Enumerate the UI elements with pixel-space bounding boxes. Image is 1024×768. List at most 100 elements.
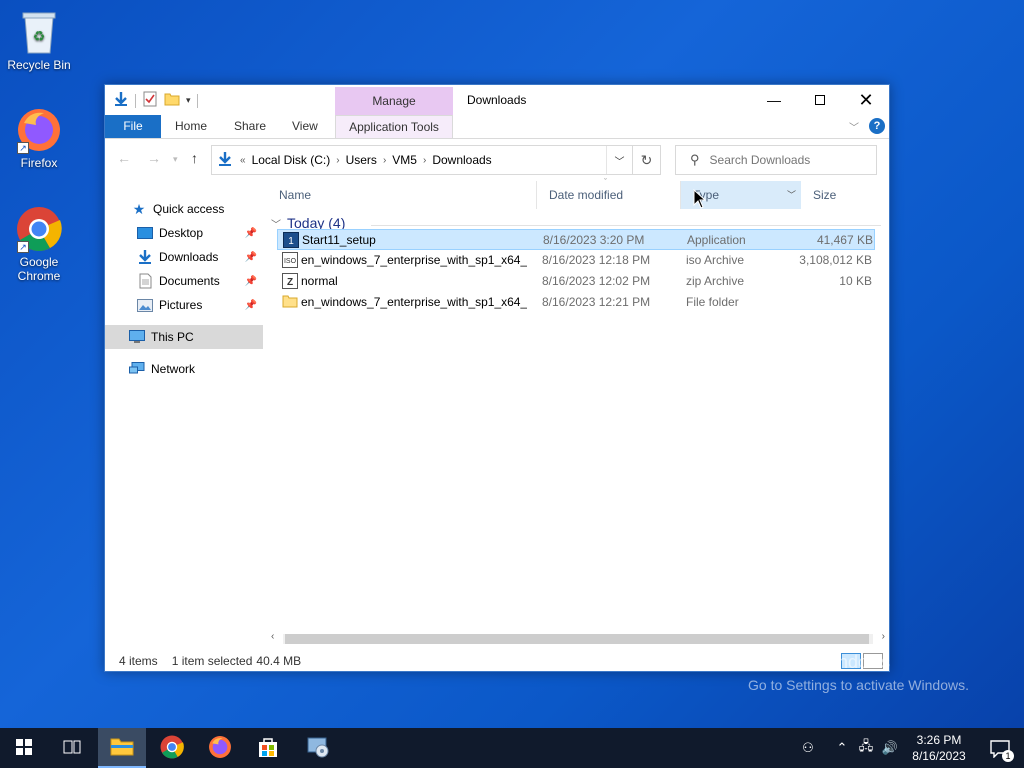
address-bar[interactable]: « Local Disk (C:) › Users › VM5 › Downlo… [211, 145, 633, 175]
folder-icon [282, 294, 298, 310]
pin-icon[interactable]: 📌 [245, 252, 257, 263]
chevron-right-icon[interactable]: › [383, 155, 386, 166]
search-input[interactable] [709, 153, 870, 167]
taskbar-setup-app[interactable] [294, 728, 342, 768]
title-bar: ▾ Manage Downloads — ✕ [105, 85, 889, 117]
breadcrumb-vm5[interactable]: VM5 [392, 153, 417, 167]
forward-arrow-icon[interactable]: → [147, 150, 161, 166]
pin-icon[interactable]: 📌 [245, 276, 257, 287]
pin-icon[interactable]: 📌 [245, 228, 257, 239]
nav-this-pc[interactable]: This PC [105, 325, 263, 349]
taskbar-store[interactable] [244, 728, 292, 768]
tab-file[interactable]: File [105, 115, 161, 138]
toolbar-divider [135, 93, 136, 108]
new-folder-icon[interactable] [164, 92, 180, 109]
scroll-right-icon[interactable]: › [882, 631, 885, 642]
customize-toolbar-chevron-icon[interactable]: ▾ [186, 95, 191, 106]
manage-context-tab[interactable]: Manage [335, 87, 453, 115]
minimize-icon: — [767, 92, 781, 108]
breadcrumb-users[interactable]: Users [346, 153, 377, 167]
column-header-date-modified[interactable]: Date modified [537, 181, 681, 209]
network-status-icon[interactable]: 🖧 [854, 737, 878, 759]
properties-icon[interactable] [142, 91, 158, 110]
search-box[interactable]: ⚲ [675, 145, 877, 175]
tab-view[interactable]: View [282, 115, 328, 138]
column-header-name[interactable]: Name [267, 181, 537, 209]
nav-pictures[interactable]: Pictures 📌 [105, 293, 263, 317]
overflow-chevron[interactable]: « [240, 155, 246, 166]
file-row-iso[interactable]: ISO en_windows_7_enterprise_with_sp1_x64… [277, 250, 875, 271]
action-center-button[interactable]: 1 [976, 728, 1024, 768]
file-size: 3,108,012 KB [799, 253, 872, 267]
file-date: 8/16/2023 12:18 PM [542, 253, 651, 267]
file-row-normal[interactable]: Z normal 8/16/2023 12:02 PM zip Archive … [277, 271, 875, 292]
file-row-start11-setup[interactable]: 1 Start11_setup 8/16/2023 3:20 PM Applic… [277, 229, 875, 250]
tab-application-tools[interactable]: Application Tools [335, 115, 453, 138]
column-filter-chevron-icon[interactable]: ﹀ [787, 188, 796, 201]
minimize-button[interactable]: — [751, 85, 797, 115]
window-title: Downloads [467, 93, 527, 107]
star-icon: ★ [132, 200, 146, 217]
pin-icon[interactable]: 📌 [245, 300, 257, 311]
application-icon: 1 [283, 232, 299, 248]
chevron-up-icon[interactable]: ⌃ [830, 740, 854, 756]
maximize-button[interactable] [797, 85, 843, 115]
close-icon: ✕ [858, 89, 874, 110]
chrome-desktop-icon[interactable]: ↗ Google Chrome [1, 205, 77, 283]
scroll-thumb[interactable] [285, 634, 869, 644]
file-name: normal [301, 274, 338, 288]
chevron-right-icon[interactable]: › [336, 155, 339, 166]
address-history-dropdown[interactable]: ﹀ [606, 146, 632, 174]
taskbar-firefox[interactable] [196, 728, 244, 768]
nav-documents[interactable]: Documents 📌 [105, 269, 263, 293]
firefox-label: Firefox [20, 156, 58, 170]
quick-access-toolbar: ▾ [113, 91, 198, 110]
task-view-button[interactable] [48, 728, 96, 768]
nav-network[interactable]: Network [105, 357, 263, 381]
file-explorer-window: ▾ Manage Downloads — ✕ File Home Share V… [104, 84, 890, 672]
navigation-bar: ← → ▾ ↑ « Local Disk (C:) › Users › VM5 … [105, 143, 889, 177]
column-header-size[interactable]: Size [801, 181, 881, 209]
taskbar-chrome[interactable] [148, 728, 196, 768]
recent-locations-chevron-icon[interactable]: ▾ [173, 154, 178, 165]
refresh-button[interactable]: ↻ [633, 145, 661, 175]
activate-windows-watermark: Activate Windows Go to Settings to activ… [748, 652, 969, 693]
tab-home[interactable]: Home [165, 115, 217, 138]
nav-quick-access[interactable]: ★ Quick access [105, 197, 263, 221]
chrome-label: Google Chrome [17, 255, 61, 283]
breadcrumb-local-disk[interactable]: Local Disk (C:) [252, 153, 331, 167]
horizontal-scrollbar[interactable]: ‹ › [267, 631, 889, 647]
scroll-left-icon[interactable]: ‹ [271, 631, 274, 642]
tab-share[interactable]: Share [224, 115, 276, 138]
firefox-icon [208, 735, 232, 762]
expand-ribbon-chevron-icon[interactable]: ﹀ [849, 119, 859, 134]
svg-text:♻: ♻ [33, 28, 46, 44]
taskbar-file-explorer[interactable] [98, 728, 146, 768]
chevron-right-icon[interactable]: › [423, 155, 426, 166]
system-tray: ⚇ ⌃ 🖧 🔊 3:26 PM 8/16/2023 1 [796, 728, 1024, 768]
help-icon[interactable]: ? [869, 118, 885, 134]
close-button[interactable]: ✕ [843, 85, 889, 115]
volume-icon[interactable]: 🔊 [878, 740, 902, 756]
file-row-folder[interactable]: en_windows_7_enterprise_with_sp1_x64_...… [277, 292, 875, 313]
up-arrow-icon[interactable]: ↑ [191, 150, 198, 166]
download-arrow-icon[interactable] [113, 91, 129, 110]
breadcrumb-downloads[interactable]: Downloads [432, 153, 491, 167]
nav-downloads[interactable]: Downloads 📌 [105, 245, 263, 269]
firefox-desktop-icon[interactable]: ↗ Firefox [1, 106, 77, 170]
file-name: en_windows_7_enterprise_with_sp1_x64_... [301, 295, 527, 309]
recycle-bin-desktop-icon[interactable]: ♻ Recycle Bin [1, 8, 77, 72]
clock[interactable]: 3:26 PM 8/16/2023 [902, 732, 976, 764]
setup-installer-icon [306, 735, 330, 762]
iso-archive-icon: ISO [282, 252, 298, 268]
people-icon[interactable]: ⚇ [796, 740, 820, 756]
documents-icon [137, 273, 153, 289]
file-explorer-icon [110, 736, 134, 759]
windows-logo-icon [16, 738, 32, 758]
sort-indicator-icon: ˇ [604, 177, 607, 187]
store-icon [257, 736, 279, 761]
nav-desktop[interactable]: Desktop 📌 [105, 221, 263, 245]
back-arrow-icon[interactable]: ← [117, 150, 131, 166]
start-button[interactable] [0, 728, 48, 768]
status-selected-size: 40.4 MB [256, 654, 302, 668]
